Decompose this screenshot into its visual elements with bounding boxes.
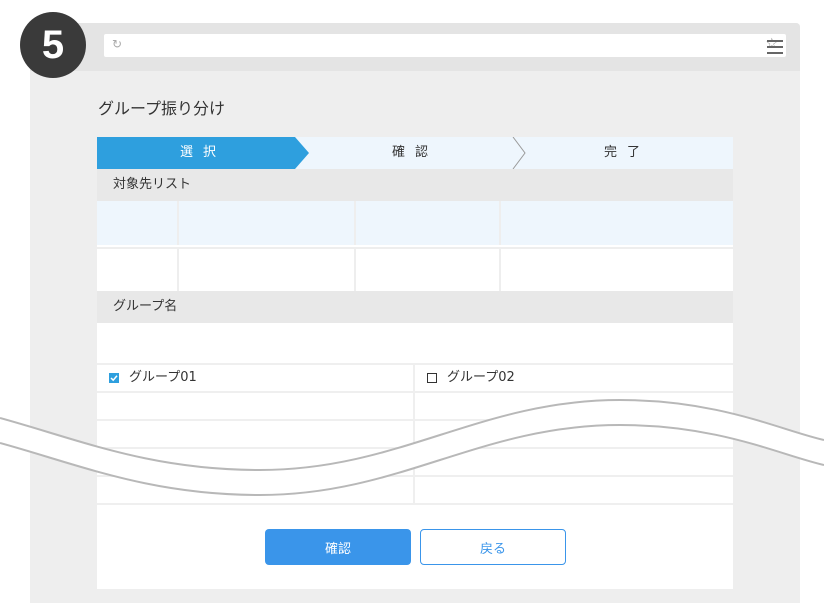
step-number-badge: 5: [20, 12, 86, 78]
omission-wave-divider: [0, 398, 824, 497]
